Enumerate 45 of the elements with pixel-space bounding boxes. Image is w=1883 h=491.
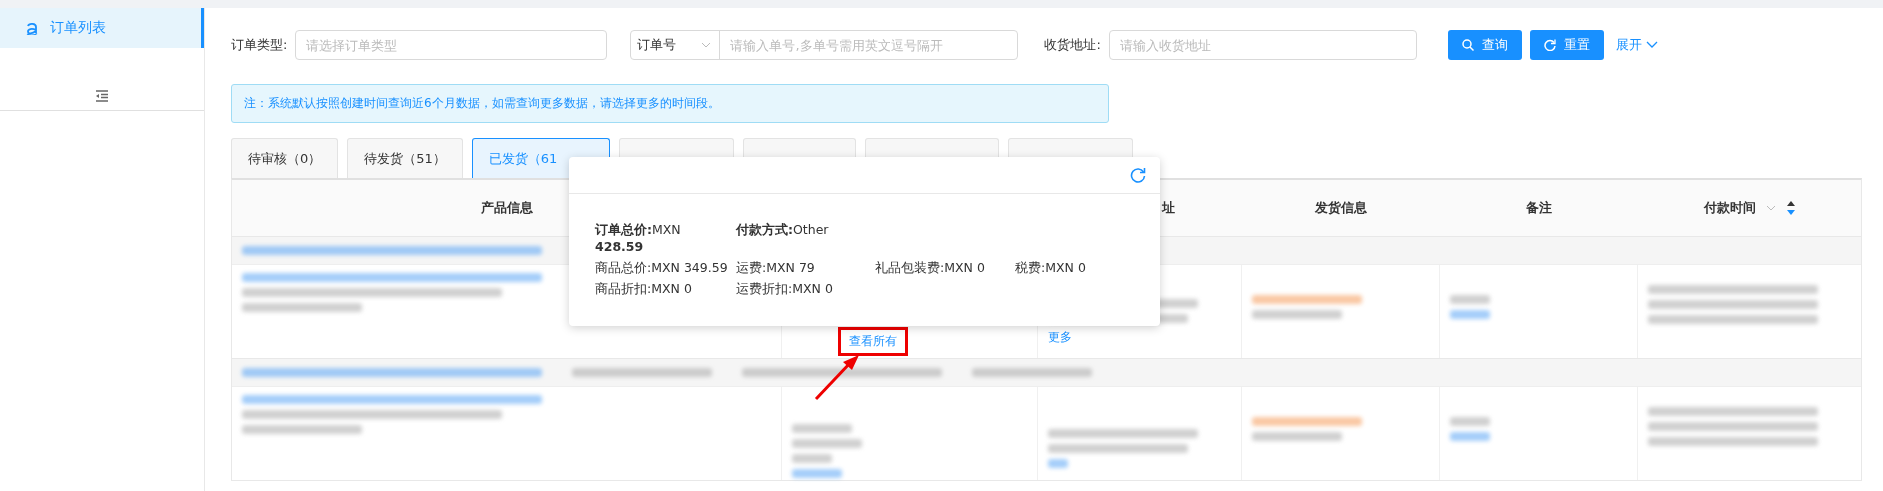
price-item: 礼品包装费:MXN 0: [875, 259, 986, 276]
field-label: 收货地址:: [1044, 36, 1101, 54]
chevron-down-icon: [701, 42, 712, 48]
blurred-text: [792, 454, 832, 463]
blurred-text: [1450, 295, 1490, 304]
price-item: 商品折扣:MXN 0: [595, 280, 693, 297]
tab[interactable]: 待审核（0）: [231, 138, 339, 178]
more-link[interactable]: 更多: [1048, 329, 1072, 346]
blurred-text: [792, 439, 862, 448]
reset-button[interactable]: 重置: [1529, 30, 1604, 60]
notice-banner: 注：系统默认按照创建时间查询近6个月数据，如需查询更多数据，请选择更多的时间段。: [231, 84, 1109, 123]
search-button[interactable]: 查询: [1447, 30, 1522, 60]
refresh-icon[interactable]: [1130, 167, 1146, 183]
column-header: 产品信息: [481, 199, 533, 217]
column-header: 备注: [1526, 199, 1552, 217]
blurred-text: [792, 424, 852, 433]
price-item: 税费:MXN 0: [1015, 259, 1087, 276]
refresh-icon: [1543, 39, 1556, 51]
cart-icon: [26, 21, 38, 35]
blurred-text: [1048, 459, 1068, 468]
input-field[interactable]: 请选择订单类型: [295, 30, 608, 60]
blurred-text: [1450, 417, 1490, 426]
column-header: 发货信息: [1315, 199, 1367, 217]
blurred-text: [792, 469, 842, 478]
tab[interactable]: 待发货（51）: [347, 138, 463, 178]
column-header: 址: [1162, 199, 1175, 217]
price-item: 订单总价:MXN 428.59: [595, 221, 682, 255]
chevron-down-icon: [1645, 41, 1658, 49]
sidebar-item[interactable]: 订单列表: [0, 8, 204, 48]
column-header: 付款时间: [1703, 199, 1756, 217]
select-field[interactable]: 订单号: [631, 31, 721, 59]
search-icon: [1461, 39, 1474, 51]
view-all-link[interactable]: 查看所有: [838, 327, 908, 356]
blurred-text: [1450, 432, 1490, 441]
input-field[interactable]: 请输入收货地址: [1108, 30, 1417, 60]
price-item: 商品总价:MXN 349.59: [595, 259, 729, 276]
expand-link[interactable]: 展开: [1615, 36, 1658, 54]
sort-icon[interactable]: [1785, 200, 1796, 216]
input-field[interactable]: 订单号 请输入单号,多单号需用英文逗号隔开: [630, 30, 1019, 60]
price-item: 运费:MXN 79: [736, 259, 816, 276]
field-label: 订单类型:: [231, 36, 288, 54]
blurred-text: [1450, 310, 1490, 319]
price-item: 运费折扣:MXN 0: [736, 280, 834, 297]
price-item: 付款方式:Other: [736, 221, 830, 239]
menu-collapse-icon[interactable]: [95, 90, 109, 102]
